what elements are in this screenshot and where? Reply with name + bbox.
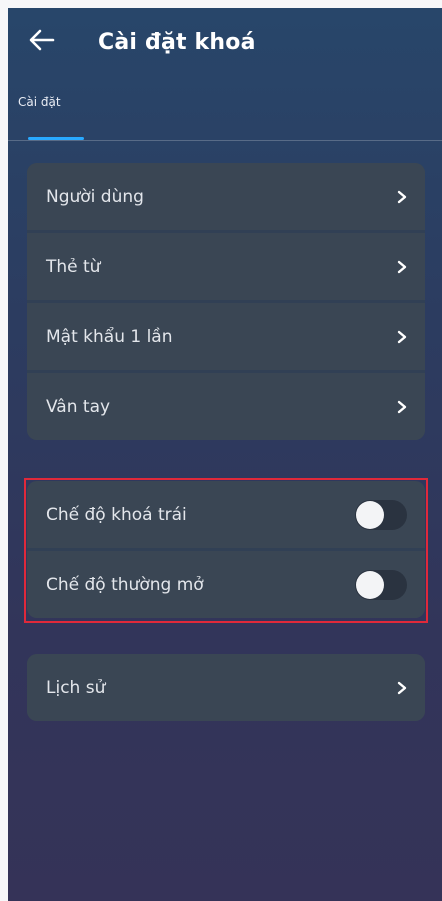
chevron-right-icon (395, 330, 409, 344)
tab-settings[interactable]: Cài đặt (18, 95, 61, 109)
tab-bar: Cài đặt (8, 92, 442, 141)
row-label: Thẻ từ (46, 256, 101, 277)
back-button[interactable] (24, 24, 60, 60)
normally-open-toggle[interactable] (355, 569, 407, 600)
row-label: Người dùng (46, 186, 144, 207)
row-normally-open-mode: Chế độ thường mở (27, 551, 425, 618)
settings-card: Người dùng Thẻ từ Mật khẩu 1 lần Vân tay (27, 163, 425, 440)
header: Cài đặt khoá (8, 8, 442, 80)
toggle-knob (356, 500, 384, 529)
row-label: Chế độ thường mở (46, 574, 204, 595)
row-history[interactable]: Lịch sử (27, 654, 425, 721)
toggle-knob (356, 570, 384, 599)
arrow-left-icon (29, 29, 55, 55)
chevron-right-icon (395, 681, 409, 695)
row-lock-mode: Chế độ khoá trái (27, 481, 425, 551)
page-title: Cài đặt khoá (98, 30, 256, 55)
chevron-right-icon (395, 400, 409, 414)
row-card-key[interactable]: Thẻ từ (27, 233, 425, 303)
row-label: Chế độ khoá trái (46, 504, 187, 525)
lock-mode-toggle[interactable] (355, 499, 407, 530)
row-users[interactable]: Người dùng (27, 163, 425, 233)
chevron-right-icon (395, 260, 409, 274)
chevron-right-icon (395, 190, 409, 204)
mode-card: Chế độ khoá trái Chế độ thường mở (27, 481, 425, 618)
active-tab-indicator (28, 137, 84, 140)
row-label: Mật khẩu 1 lần (46, 326, 173, 347)
row-label: Vân tay (46, 396, 111, 417)
app-screen: Cài đặt khoá Cài đặt Người dùng Thẻ từ M… (8, 8, 442, 901)
row-fingerprint[interactable]: Vân tay (27, 373, 425, 440)
row-one-time-password[interactable]: Mật khẩu 1 lần (27, 303, 425, 373)
row-label: Lịch sử (46, 677, 106, 698)
history-card: Lịch sử (27, 654, 425, 721)
